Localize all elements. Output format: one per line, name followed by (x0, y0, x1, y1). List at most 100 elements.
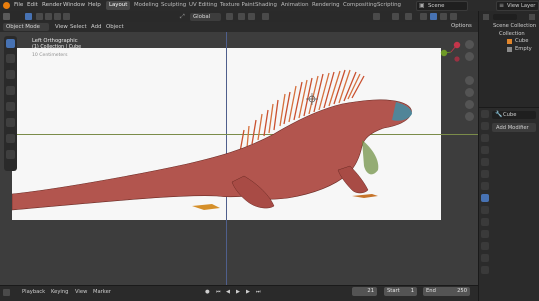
menu-window[interactable]: Window (63, 2, 85, 8)
texture-tab-icon[interactable] (481, 266, 489, 274)
wrench-icon: 🔧 (495, 111, 503, 118)
move-tool-icon[interactable] (6, 70, 15, 79)
transform-tool-icon[interactable] (6, 118, 15, 127)
zoom-icon[interactable] (465, 40, 474, 49)
end-label: End (426, 288, 436, 294)
timeline-menu-keying[interactable]: Keying (51, 289, 68, 295)
editor-type-icon[interactable] (3, 13, 10, 20)
select-box-tool-icon[interactable] (6, 39, 15, 48)
add-modifier-button[interactable]: Add Modifier (492, 123, 536, 132)
overlays-icon[interactable] (405, 13, 412, 20)
timeline-editor-icon[interactable] (3, 289, 10, 296)
menu-file[interactable]: File (14, 2, 23, 8)
tab-sculpting[interactable]: Sculpting (158, 1, 189, 10)
tab-animation[interactable]: Animation (278, 1, 311, 10)
cursor-tool-icon[interactable] (6, 54, 15, 63)
play-icon[interactable]: ▶ (236, 289, 240, 295)
hand-icon[interactable] (465, 88, 474, 97)
jump-start-icon[interactable]: ⏮ (216, 289, 221, 296)
viewport-menu-select[interactable]: Select (70, 24, 87, 30)
rotate-tool-icon[interactable] (6, 86, 15, 95)
lizard-front-foot (352, 194, 378, 198)
view-object-types-icon[interactable] (373, 13, 380, 20)
viewport-menu-view[interactable]: View (55, 24, 68, 30)
menu-help[interactable]: Help (88, 2, 101, 8)
jump-end-icon[interactable]: ⏭ (256, 289, 261, 296)
top-menu-bar: File Edit Render Window Help Layout Mode… (0, 0, 539, 11)
current-frame-field[interactable]: 21 (352, 287, 377, 296)
world-tab-icon[interactable] (481, 170, 489, 178)
render-properties-tab-icon[interactable] (481, 122, 489, 130)
prev-keyframe-icon[interactable]: ◀ (226, 289, 230, 295)
annotate-tool-icon[interactable] (6, 134, 15, 143)
select-box-mode-icon[interactable] (25, 13, 32, 20)
outliner-search-input[interactable] (493, 14, 517, 20)
tab-modeling[interactable]: Modeling (131, 1, 162, 10)
outliner-type-icon[interactable] (483, 14, 489, 20)
view-layer-tab-icon[interactable] (481, 146, 489, 154)
outliner-item-empty[interactable]: Empty (515, 46, 532, 52)
video-camera-icon[interactable] (465, 100, 474, 109)
data-tab-icon[interactable] (481, 242, 489, 250)
particles-tab-icon[interactable] (481, 206, 489, 214)
shading-material-icon[interactable] (440, 13, 447, 20)
snap-icon[interactable] (238, 13, 245, 20)
start-frame-field[interactable]: Start 1 (384, 287, 417, 296)
outliner-item-cube[interactable]: Cube (515, 38, 528, 44)
select-extend-icon[interactable] (36, 13, 43, 20)
outliner-collection[interactable]: Collection (499, 31, 525, 37)
xray-icon[interactable] (420, 13, 427, 20)
gizmo-icon[interactable] (392, 13, 399, 20)
pivot-point-icon[interactable] (226, 13, 233, 20)
viewport-header: Object Mode View Select Add Object Optio… (0, 22, 478, 32)
view-layer-selector[interactable]: ≡ View Layer (496, 1, 539, 11)
proportional-editing-icon[interactable] (262, 13, 269, 20)
material-tab-icon[interactable] (481, 254, 489, 262)
select-invert-icon[interactable] (54, 13, 61, 20)
iguana-model[interactable] (12, 48, 441, 220)
record-icon[interactable]: ● (205, 289, 210, 295)
physics-tab-icon[interactable] (481, 218, 489, 226)
tab-scripting[interactable]: Scripting (374, 1, 404, 10)
scale-tool-icon[interactable] (6, 102, 15, 111)
blender-logo-icon[interactable] (3, 2, 10, 9)
navigation-gizmo[interactable] (440, 40, 464, 62)
pan-icon[interactable] (465, 52, 474, 61)
snap-target-icon[interactable] (248, 13, 255, 20)
object-tab-icon[interactable] (481, 182, 489, 190)
shading-rendered-icon[interactable] (450, 13, 457, 20)
modifier-tab-icon[interactable] (481, 194, 489, 202)
current-frame-value: 21 (367, 288, 374, 294)
end-frame-field[interactable]: End 250 (423, 287, 470, 296)
camera-view-icon[interactable] (465, 76, 474, 85)
output-properties-tab-icon[interactable] (481, 134, 489, 142)
outliner-scene-collection[interactable]: Scene Collection (493, 23, 536, 29)
filter-icon[interactable] (529, 14, 535, 20)
shading-solid-icon[interactable] (430, 13, 437, 20)
viewport-menu-add[interactable]: Add (91, 24, 101, 30)
mode-dropdown[interactable]: Object Mode (3, 23, 49, 31)
transform-orientation-dropdown[interactable]: Global (190, 12, 221, 21)
menu-render[interactable]: Render (42, 2, 62, 8)
scene-selector[interactable]: ▣ Scene (416, 1, 468, 11)
object-name-field[interactable]: 🔧 Cube (492, 111, 536, 119)
timeline-menu-view[interactable]: View (75, 289, 87, 295)
tab-uv-editing[interactable]: UV Editing (186, 1, 220, 10)
scene-tab-icon[interactable] (481, 158, 489, 166)
tool-properties-tab-icon[interactable] (481, 110, 489, 118)
tab-layout[interactable]: Layout (106, 1, 131, 10)
menu-edit[interactable]: Edit (27, 2, 38, 8)
timeline-menu-marker[interactable]: Marker (93, 289, 111, 295)
viewport-menu-object[interactable]: Object (106, 24, 124, 30)
options-dropdown[interactable]: Options (451, 23, 472, 29)
select-subtract-icon[interactable] (45, 13, 52, 20)
grid-view-icon[interactable] (465, 112, 474, 121)
timeline-menu-playback[interactable]: Playback (22, 289, 45, 295)
grid-scale-label: 10 Centimeters (32, 53, 68, 58)
measure-tool-icon[interactable] (6, 150, 15, 159)
constraints-tab-icon[interactable] (481, 230, 489, 238)
select-intersect-icon[interactable] (63, 13, 70, 20)
tab-shading[interactable]: Shading (252, 1, 280, 10)
next-keyframe-icon[interactable]: ▶ (246, 289, 250, 295)
tab-rendering[interactable]: Rendering (309, 1, 343, 10)
